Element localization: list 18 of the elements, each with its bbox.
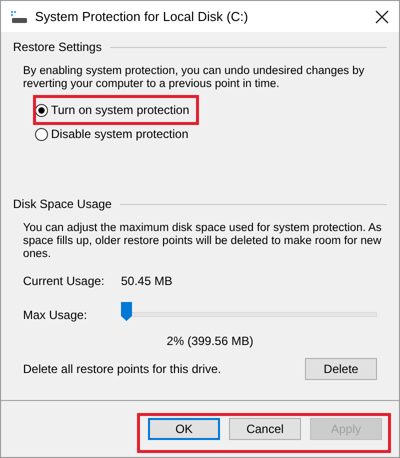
dialog-button[interactable]: OK — [148, 418, 220, 440]
group-heading: Disk Space Usage — [13, 197, 112, 211]
usage-value: 50.45 MB — [121, 274, 172, 288]
delete-button[interactable]: Delete — [305, 358, 377, 380]
description-text: You can adjust the maximum disk space used for system protection. As space fills up, older restore points will be deleted to make room for new ones. — [23, 222, 383, 261]
dialog-button[interactable]: Cancel — [229, 418, 301, 440]
slider-thumb[interactable] — [121, 302, 132, 321]
description-text: By enabling system protection, you can undo undesired changes by reverting your computer to a previous point in time. — [23, 65, 366, 91]
window-title: System Protection for Local Disk (C:) — [35, 9, 250, 24]
radio-option[interactable]: Turn on system protection — [35, 103, 190, 117]
radio-option[interactable]: Disable system protection — [35, 127, 188, 141]
drive-icon — [11, 10, 27, 22]
field-label: Current Usage: — [23, 274, 106, 288]
field-label: Max Usage: — [23, 308, 88, 322]
delete-description: Delete all restore points for this drive. — [23, 362, 222, 376]
usage-reading: 2% (399.56 MB) — [166, 334, 254, 348]
close-icon[interactable] — [375, 10, 389, 24]
group-heading: Restore Settings — [13, 40, 102, 54]
